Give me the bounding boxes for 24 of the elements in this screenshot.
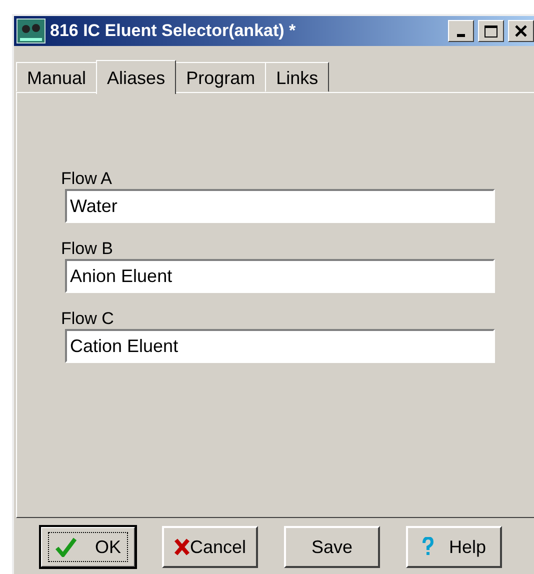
input-field[interactable]: Cation Eluent xyxy=(65,329,495,363)
close-icon xyxy=(514,25,528,37)
cross-icon xyxy=(174,538,190,556)
app-icon xyxy=(16,18,46,44)
cancel-button[interactable]: Cancel xyxy=(162,526,258,568)
field-label: Flow C xyxy=(61,309,115,329)
question-icon xyxy=(422,537,434,557)
input-field[interactable]: Anion Eluent xyxy=(65,259,495,293)
save-button[interactable]: Save xyxy=(284,526,380,568)
tab[interactable]: Links xyxy=(265,62,330,92)
tab[interactable]: Manual xyxy=(16,62,98,92)
input-field[interactable]: Water xyxy=(65,189,495,223)
check-icon xyxy=(55,537,77,557)
help-button[interactable]: Help xyxy=(406,526,502,568)
ok-button[interactable]: OK xyxy=(40,526,136,568)
close-button[interactable] xyxy=(508,20,534,42)
field-label: Flow A xyxy=(61,169,114,189)
maximize-icon xyxy=(484,24,498,38)
minimize-icon xyxy=(457,34,465,36)
maximize-button[interactable] xyxy=(478,20,504,42)
tab[interactable]: Aliases xyxy=(96,60,176,94)
field-label: Flow B xyxy=(61,239,114,259)
window-title: 816 IC Eluent Selector(ankat) * xyxy=(50,20,297,42)
minimize-button[interactable] xyxy=(448,20,474,42)
